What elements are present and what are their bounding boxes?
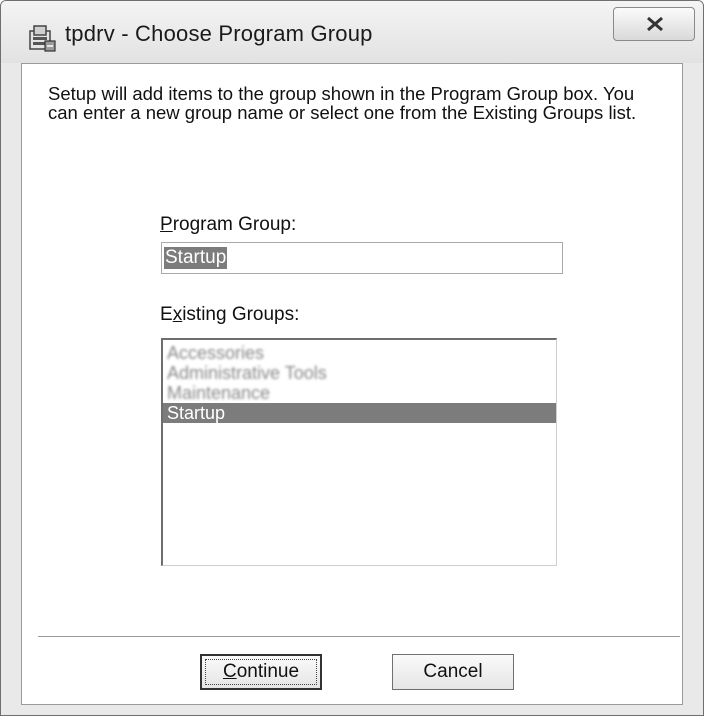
title-bar[interactable]: tpdrv - Choose Program Group [1, 1, 703, 63]
list-item[interactable]: Accessories [163, 343, 556, 363]
list-item[interactable]: Maintenance [163, 383, 556, 403]
existing-groups-label: Existing Groups: [160, 304, 299, 326]
window-title: tpdrv - Choose Program Group [65, 21, 373, 46]
installer-icon [27, 23, 57, 53]
program-group-label: Program Group: [160, 214, 296, 236]
existing-groups-label-pre: E [160, 304, 173, 325]
list-item[interactable]: Administrative Tools [163, 363, 556, 383]
instructions-text: Setup will add items to the group shown … [48, 83, 637, 123]
continue-button[interactable]: Continue [200, 654, 322, 690]
existing-groups-list[interactable]: Accessories Administrative Tools Mainten… [161, 338, 557, 566]
close-button[interactable] [613, 7, 695, 41]
separator-line [38, 636, 680, 638]
program-group-input[interactable]: Startup [161, 242, 563, 274]
program-group-label-text: rogram Group: [172, 214, 297, 235]
existing-groups-accelerator: x [172, 304, 183, 325]
dialog-window: tpdrv - Choose Program Group Setup will … [0, 0, 704, 716]
list-item-selected[interactable]: Startup [163, 403, 556, 423]
program-group-accelerator: P [160, 214, 173, 235]
dialog-client-area: Setup will add items to the group shown … [21, 63, 683, 705]
program-group-value: Startup [164, 247, 228, 269]
existing-groups-label-text: isting Groups: [182, 304, 300, 325]
cancel-button[interactable]: Cancel [392, 654, 514, 690]
focus-rectangle [205, 659, 317, 685]
